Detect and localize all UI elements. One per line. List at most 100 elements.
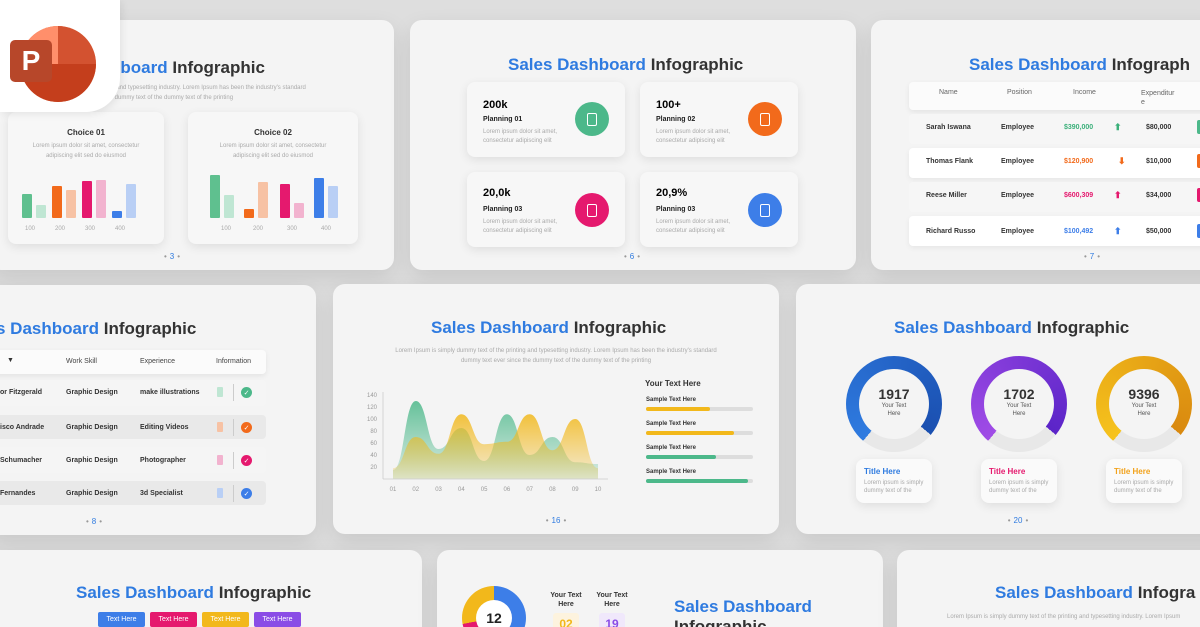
page-number: • 7 • [1083,252,1101,261]
bar [96,180,106,218]
chevron-down-icon[interactable]: ▼ [7,357,14,364]
tablet-icon [748,102,782,136]
x-tick: 09 [572,487,579,493]
check-icon: ✓ [241,387,252,398]
tag-button[interactable]: Text Here [202,612,249,627]
x-tick: 03 [435,487,442,493]
donut-label: Your Text Here [1131,403,1157,417]
arrow-up-icon: ⬆ [1114,190,1122,200]
arrow-up-icon: ⬆ [1114,226,1122,236]
slide-description: e printing and typesetting industry. Lor… [90,85,306,101]
slide-thumbnail-16[interactable]: Sales Dashboard Infographic Lorem Ipsum … [333,284,779,534]
tag-button[interactable]: Text Here [254,612,301,627]
slide-title: Sales Dashboard Infogra [995,583,1196,602]
bar [258,182,268,218]
x-tick: 10 [595,487,602,493]
choice-description: Lorem ipsum dolor sit amet, consectetur a… [32,143,140,159]
donut-ring: 1917 Your Text Here [846,356,942,452]
divider [233,485,234,502]
y-tick: 120 [367,405,378,411]
bar [112,211,122,218]
x-tick: 08 [549,487,556,493]
bar [294,203,304,218]
donut-caption: Title Here Lorem ipsum is simply dummy tex… [981,459,1057,503]
x-tick: 300 [84,226,96,232]
table-row[interactable] [0,481,266,505]
page-number: • 16 • [545,516,567,525]
tag-button[interactable]: Text Here [150,612,197,627]
choice-title: Choice 01 [67,128,105,137]
progress-bar [646,479,753,483]
check-icon: ✓ [241,488,252,499]
column-header: Expenditur e [1141,90,1175,106]
donut-ring: 1702 Your Text Here [971,356,1067,452]
progress-fill [646,431,734,435]
stat-panel-3: 20,0k Planning 03 Lorem ipsum dolor sit … [467,172,625,247]
tag-button[interactable]: Text Here [98,612,145,627]
progress-label: Sample Text Here [646,397,696,403]
x-tick: 100 [24,226,36,232]
slide-thumbnail-6[interactable]: Sales Dashboard Infographic 200k Plannin… [410,20,856,270]
divider [233,384,234,401]
slide-thumbnail-bottom-3[interactable]: Sales Dashboard Infogra Lorem Ipsum is s… [897,550,1200,627]
donut-chart: 12 [462,586,526,627]
bar [82,181,92,218]
slide-thumbnail-20[interactable]: Sales Dashboard Infographic 1917 Your Tex… [796,284,1200,534]
x-tick: 300 [286,226,298,232]
column-header: Name [939,89,958,96]
x-tick: 400 [114,226,126,232]
progress-bar [646,407,753,411]
x-tick: 05 [481,487,488,493]
slide-thumbnail-bottom-1[interactable]: Sales Dashboard Infographic Text Here Te… [0,550,422,627]
donut-label: Your Text Here [881,403,907,417]
y-tick: 140 [367,393,378,399]
bar [66,190,76,218]
column-header: Work Skill [66,358,97,365]
stat-value: 02 [553,613,579,627]
page-number: • 20 • [1007,516,1029,525]
color-chip [217,422,223,432]
x-tick: 07 [526,487,533,493]
donut-value: 1917 [878,386,910,402]
check-icon: ✓ [241,455,252,466]
stat-panel-2: 100+ Planning 02 Lorem ipsum dolor sit a… [640,82,798,157]
progress-bar [646,455,753,459]
color-chip [217,488,223,498]
progress-fill [646,479,748,483]
slide-title: Sales Dashboard Infographic [894,318,1130,337]
y-tick: 100 [367,417,378,423]
stat-panel-1: 200k Planning 01 Lorem ipsum dolor sit a… [467,82,625,157]
stat-label: Your Text Here [596,592,628,608]
x-tick: 400 [320,226,332,232]
page-number: • 8 • [85,517,103,526]
bar [314,178,324,218]
legend-heading: Your Text Here [645,379,701,388]
slide-title: Sales Dashboard Infographic [431,318,667,337]
bar [36,205,46,218]
bar [52,186,62,218]
y-tick: 80 [370,429,377,435]
column-header: Position [1007,89,1032,96]
divider [233,452,234,469]
bar-chart [22,172,152,218]
slide-thumbnail-bottom-2[interactable]: 12 Your Text Here 02 Your Text Here 19 Sal… [437,550,883,627]
choice-title: Choice 02 [254,128,292,137]
slide-title: hboard Infographic [110,58,265,77]
y-tick: 60 [370,441,377,447]
page-number: • 6 • [623,252,641,261]
bar [22,194,32,218]
app-badge: P [0,0,120,112]
slide-thumbnail-7[interactable]: Sales Dashboard Infograph Name Position … [871,20,1200,270]
donut-ring: 9396 Your Text Here [1096,356,1192,452]
progress-fill [646,407,711,411]
donut-value: 1702 [1003,386,1035,402]
check-icon: ✓ [241,422,252,433]
divider [233,419,234,436]
slide-thumbnail-8[interactable]: s Dashboard Infographic ▼ Work Skill Exp… [0,285,316,535]
column-header: Information [216,358,252,365]
column-header: Income [1073,89,1096,96]
progress-label: Sample Text Here [646,445,696,451]
bar [126,184,136,218]
color-chip [217,455,223,465]
donut-value: 9396 [1128,386,1160,402]
